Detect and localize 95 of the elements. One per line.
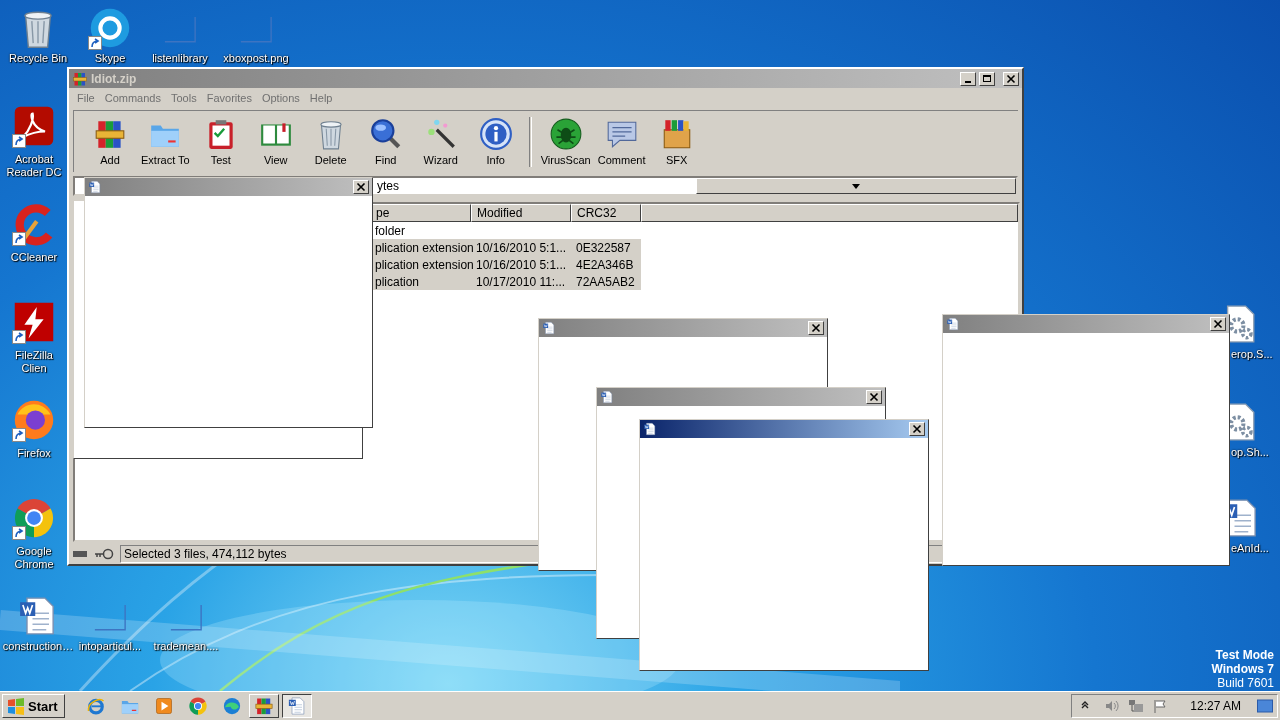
minimize-button[interactable] [960,71,976,86]
start-button[interactable]: Start [2,694,65,718]
info-icon [478,117,513,151]
caret-icon [851,183,860,189]
table-cell-text: 10/16/2010 5:1... [475,257,568,273]
maximize-icon [982,73,992,84]
table-cell-text: 10/17/2010 11:... [475,274,567,290]
test-mode-text: Windows 7 [1211,662,1274,676]
icon-label[interactable]: eAnId... [1231,542,1269,555]
toolbar-button[interactable]: Find [359,117,412,166]
close-icon [811,323,821,333]
icon-label[interactable]: construction… [2,640,74,653]
icon-label[interactable]: Firefox [3,447,65,460]
test-mode-text: Build 7601 [1217,676,1274,690]
table-cell-text: folder [374,223,407,239]
archive-icon [253,696,274,716]
chat-app-icon[interactable] [88,6,132,50]
icon-label[interactable]: listenlibrary [152,52,208,65]
document-icon [542,321,556,335]
browser-icon[interactable] [12,398,56,442]
table-cell-text: 4E2A346B [575,257,635,273]
close-button[interactable] [866,390,882,404]
document-icon [88,180,102,194]
drive-icon [72,549,88,559]
icon-label[interactable]: Recycle Bin [8,52,68,65]
menu-item[interactable]: Tools [167,92,203,104]
menu-item[interactable]: File [73,92,101,104]
archive-icon [72,70,88,87]
search-icon [368,117,403,151]
table-cell-text: 72AA5AB2 [575,274,636,290]
menu-item[interactable]: Favorites [202,92,258,104]
minimize-icon [965,80,971,83]
lightning-tile-icon[interactable] [12,300,56,344]
document-icon [286,696,307,716]
table-cell-text: plication [374,274,421,290]
document-icon [946,317,960,331]
column-header[interactable]: pe [370,204,471,222]
browser-icon[interactable] [12,496,56,540]
desktop-icon[interactable] [1257,698,1273,714]
test-mode-text: Test Mode [1215,648,1274,662]
close-button[interactable] [353,180,369,194]
close-button[interactable] [808,321,824,335]
browser-icon [85,696,106,716]
table-cell-text: 10/16/2010 5:1... [475,240,568,256]
table-cell-text: plication extension [374,257,471,273]
network-icon[interactable] [1128,698,1145,714]
browser-icon [221,696,242,716]
window-title: Idiot.zip [91,71,138,86]
toolbar-button[interactable]: Delete [304,117,357,166]
menu-item[interactable]: Options [257,92,306,104]
menu-item[interactable]: Commands [100,92,167,104]
close-icon [1213,319,1223,329]
icon-label[interactable]: Google Chrome [3,545,65,571]
close-icon [869,392,879,402]
icon-label[interactable]: Skype [94,52,126,65]
play-icon [153,696,174,716]
toolbar-button[interactable]: Wizard [414,117,467,166]
toolbar-button[interactable]: Info [469,117,522,166]
icon-label[interactable]: xboxpost.png [223,52,289,65]
taskbar-button[interactable] [281,694,312,718]
clock[interactable]: 12:27 AM [1190,699,1241,713]
toolbar-button[interactable]: Test [194,117,247,166]
icon-label[interactable]: op.Sh... [1231,446,1269,459]
icon-label[interactable]: Acrobat Reader DC [3,153,65,179]
menu-item[interactable]: Help [305,92,339,104]
toolbar-button[interactable]: Comment [595,117,648,166]
close-button[interactable] [1003,71,1019,86]
close-icon [912,424,922,434]
dropdown-button[interactable] [695,178,1016,194]
browser-icon [187,696,208,716]
icon-label[interactable]: CCleaner [3,251,65,264]
pdf-icon[interactable] [12,104,56,148]
document-icon [643,422,657,436]
icon-label[interactable]: erop.S... [1231,348,1273,361]
toolbar-button[interactable]: Extract To [139,117,192,166]
close-icon [356,182,366,192]
flag-icon[interactable] [1152,698,1169,714]
table-cell-text: plication extension [374,240,471,256]
maximize-button[interactable] [979,71,995,86]
column-header[interactable]: CRC32 [571,204,641,222]
bug-icon [548,117,583,151]
toolbar-button[interactable]: Add [84,117,136,166]
table-cell-text: 0E322587 [575,240,632,256]
toolbar-button[interactable]: VirusScan [538,117,593,166]
windows-flag-icon [6,697,26,715]
document-icon [600,390,614,404]
icon-label[interactable]: intoparticul... [78,640,142,653]
close-button[interactable] [909,422,925,436]
key-icon [94,548,114,560]
toolbar-button[interactable]: View [249,117,302,166]
close-icon [1006,73,1016,84]
column-header[interactable]: Modified [471,204,571,222]
toolbar-button[interactable]: SFX [650,117,703,166]
close-button[interactable] [1210,317,1226,331]
icon-label[interactable]: FileZilla Clien [3,349,65,375]
